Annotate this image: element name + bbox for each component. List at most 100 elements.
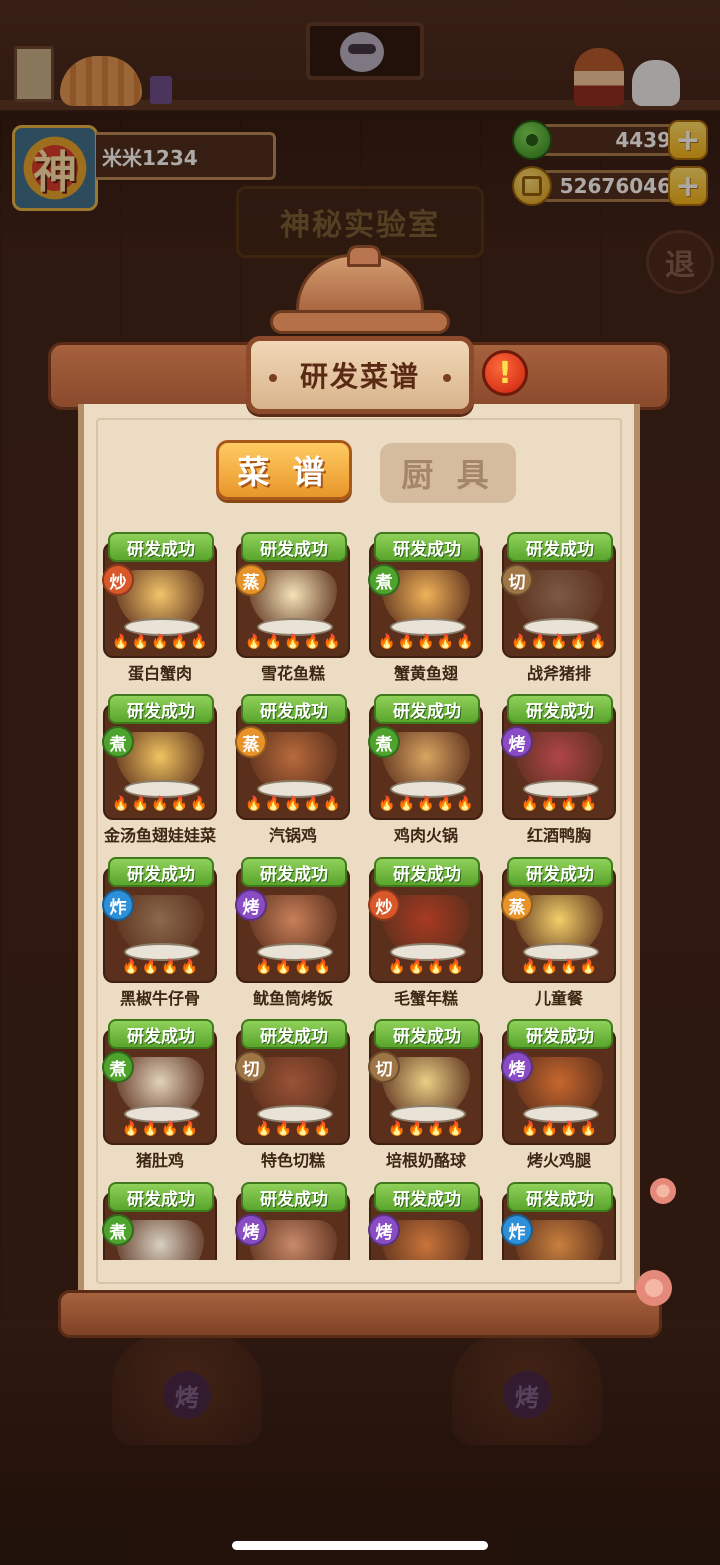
research-success-badge: 研发成功 [241,1182,347,1212]
dish-name: 毛蟹年糕 [393,989,458,1008]
recipe-card[interactable]: 研发成功蒸 🔥 🔥 🔥 🔥 🔥 雪花鱼糕 [229,524,350,683]
flame-icon: 🔥 [313,1121,331,1137]
flame-icon: 🔥 [530,634,549,650]
recipe-card[interactable]: 研发成功煮 [96,1174,217,1260]
cooking-method-icon: 烤 [235,1214,267,1246]
recipe-card[interactable]: 研发成功烤 🔥 🔥 🔥 🔥 鱿鱼筒烤饭 [229,849,350,1008]
heat-level: 🔥 🔥 🔥 🔥 [511,959,607,979]
recipe-card[interactable]: 研发成功炸 🔥 🔥 🔥 🔥 黑椒牛仔骨 [96,849,217,1008]
flame-icon: 🔥 [161,1121,179,1137]
cooking-method-icon: 煮 [368,564,400,596]
flame-icon: 🔥 [303,796,322,812]
research-success-badge: 研发成功 [507,1019,613,1049]
dish-name: 培根奶酪球 [385,1151,466,1170]
alert-icon[interactable]: ! [482,350,528,396]
cooking-method-icon: 煮 [368,726,400,758]
recipe-card[interactable]: 研发成功炒 🔥 🔥 🔥 🔥 🔥 蛋白蟹肉 [96,524,217,683]
tab-tools[interactable]: 厨 具 [380,443,516,503]
flame-icon: 🔥 [323,634,341,650]
flame-icon: 🔥 [264,634,283,650]
recipe-card[interactable]: 研发成功切 🔥 🔥 🔥 🔥 🔥 战斧猪排 [495,524,616,683]
flame-icon: 🔥 [313,959,331,975]
research-success-badge: 研发成功 [241,694,347,724]
recipe-card[interactable]: 研发成功烤 🔥 🔥 🔥 🔥 烤火鸡腿 [495,1011,616,1170]
flower-decoration [650,1178,676,1204]
research-success-badge: 研发成功 [108,694,214,724]
flame-icon: 🔥 [180,1121,198,1137]
research-success-badge: 研发成功 [507,532,613,562]
heat-level: 🔥 🔥 🔥 🔥 🔥 [378,634,474,654]
cooking-method-icon: 切 [501,564,533,596]
heat-level: 🔥 🔥 🔥 🔥 [378,959,474,979]
flame-icon: 🔥 [397,634,416,650]
research-success-badge: 研发成功 [374,1019,480,1049]
recipe-card[interactable]: 研发成功煮 🔥 🔥 🔥 🔥 🔥 蟹黄鱼翅 [362,524,483,683]
dish-name: 鱿鱼筒烤饭 [252,989,333,1008]
flame-icon: 🔥 [274,959,292,975]
cooking-method-icon: 炸 [102,889,134,921]
cooking-method-icon: 切 [368,1051,400,1083]
recipe-card[interactable]: 研发成功烤 [229,1174,350,1260]
research-success-badge: 研发成功 [241,1019,347,1049]
cooking-method-icon: 炒 [102,564,134,596]
flame-icon: 🔥 [436,634,455,650]
recipe-grid[interactable]: 研发成功炒 🔥 🔥 🔥 🔥 🔥 蛋白蟹肉 研发成功蒸 🔥 🔥 🔥 🔥 🔥 雪花鱼糕 研发成功煮 🔥 🔥 🔥 🔥 🔥 蟹黄… [96,524,624,1260]
cooking-method-icon: 煮 [102,1214,134,1246]
research-success-badge: 研发成功 [507,1182,613,1212]
research-success-badge: 研发成功 [108,1019,214,1049]
flame-icon: 🔥 [521,959,539,975]
flower-decoration [636,1270,672,1306]
cooking-method-icon: 烤 [501,726,533,758]
heat-level: 🔥 🔥 🔥 🔥 [511,1121,607,1141]
research-success-badge: 研发成功 [374,532,480,562]
flame-icon: 🔥 [397,796,416,812]
heat-level: 🔥 🔥 🔥 🔥 [112,1121,208,1141]
heat-level: 🔥 🔥 🔥 🔥 🔥 [245,634,341,654]
dish-name: 蟹黄鱼翅 [393,664,458,683]
recipe-card[interactable]: 研发成功煮 🔥 🔥 🔥 🔥 猪肚鸡 [96,1011,217,1170]
flame-icon: 🔥 [540,1121,558,1137]
flame-icon: 🔥 [427,1121,445,1137]
cooking-method-icon: 煮 [102,726,134,758]
recipe-card[interactable]: 研发成功煮 🔥 🔥 🔥 🔥 🔥 金汤鱼翅娃娃菜 [96,686,217,845]
flame-icon: 🔥 [141,1121,159,1137]
flame-icon: 🔥 [407,959,425,975]
flame-icon: 🔥 [579,1121,597,1137]
flame-icon: 🔥 [456,634,474,650]
research-success-badge: 研发成功 [374,857,480,887]
recipe-card[interactable]: 研发成功烤 [362,1174,483,1260]
home-indicator[interactable] [232,1541,488,1550]
recipe-card[interactable]: 研发成功烤 🔥 🔥 🔥 🔥 红酒鸭胸 [495,686,616,845]
dish-name: 汽锅鸡 [268,826,317,845]
recipe-card[interactable]: 研发成功炸 [495,1174,616,1260]
flame-icon: 🔥 [131,634,150,650]
research-success-badge: 研发成功 [108,857,214,887]
research-success-badge: 研发成功 [374,694,480,724]
research-success-badge: 研发成功 [108,1182,214,1212]
dish-name: 雪花鱼糕 [260,664,325,683]
flame-icon: 🔥 [427,959,445,975]
recipe-card[interactable]: 研发成功切 🔥 🔥 🔥 🔥 培根奶酪球 [362,1011,483,1170]
flame-icon: 🔥 [446,1121,464,1137]
tab-recipes[interactable]: 菜 谱 [216,440,352,500]
flame-icon: 🔥 [245,634,263,650]
flame-icon: 🔥 [521,1121,539,1137]
heat-level: 🔥 🔥 🔥 🔥 🔥 [112,796,208,816]
recipe-card[interactable]: 研发成功蒸 🔥 🔥 🔥 🔥 儿童餐 [495,849,616,1008]
modal-title-plaque: 研发菜谱 [246,336,474,414]
dish-name: 金汤鱼翅娃娃菜 [103,826,216,845]
dish-name: 儿童餐 [534,989,583,1008]
recipe-card[interactable]: 研发成功炒 🔥 🔥 🔥 🔥 毛蟹年糕 [362,849,483,1008]
flame-icon: 🔥 [417,634,435,650]
cooking-method-icon: 炸 [501,1214,533,1246]
flame-icon: 🔥 [511,634,529,650]
flame-icon: 🔥 [560,959,578,975]
recipe-card[interactable]: 研发成功切 🔥 🔥 🔥 🔥 特色切糕 [229,1011,350,1170]
flame-icon: 🔥 [131,796,150,812]
dish-name: 黑椒牛仔骨 [119,989,200,1008]
recipe-card[interactable]: 研发成功蒸 🔥 🔥 🔥 🔥 🔥 汽锅鸡 [229,686,350,845]
flame-icon: 🔥 [540,959,558,975]
flame-icon: 🔥 [255,959,273,975]
recipe-card[interactable]: 研发成功煮 🔥 🔥 🔥 🔥 🔥 鸡肉火锅 [362,686,483,845]
flame-icon: 🔥 [456,796,474,812]
